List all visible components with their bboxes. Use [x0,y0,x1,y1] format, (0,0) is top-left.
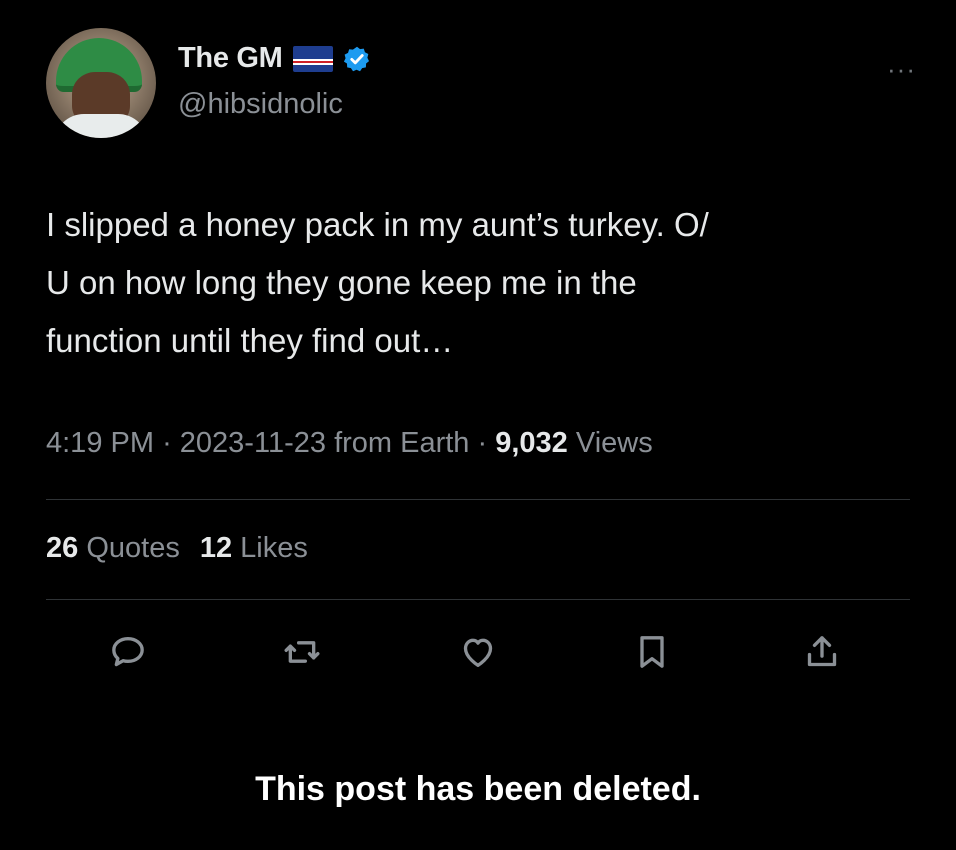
divider [46,599,910,600]
tweet-header: The GM @hibsidnolic ··· [46,28,916,140]
views-count: 9,032 [495,427,568,459]
reply-icon[interactable] [108,632,148,672]
likes-label: Likes [240,532,308,564]
name-row: The GM [178,42,371,75]
cape-verde-flag-icon [292,45,333,72]
share-icon[interactable] [802,632,842,672]
meta-separator: · [162,427,172,459]
tweet-meta: 4:19 PM · 2023-11-23 from Earth · 9,032 … [46,427,653,460]
verified-badge-icon [343,46,369,71]
more-options-icon[interactable]: ··· [887,54,916,85]
divider [46,499,910,500]
display-name[interactable]: The GM [178,42,283,75]
retweet-icon[interactable] [282,632,322,672]
tweet-source: from Earth [334,427,470,459]
quotes-stat[interactable]: 26 Quotes [46,532,180,565]
likes-stat[interactable]: 12 Likes [200,532,308,565]
bookmark-icon[interactable] [632,632,672,672]
quotes-count: 26 [46,532,79,564]
avatar[interactable] [46,28,156,138]
tweet-time[interactable]: 4:19 PM [46,427,154,459]
tweet-stats: 26 Quotes 12 Likes [46,532,308,565]
avatar-shirt [54,114,148,138]
tweet-date[interactable]: 2023-11-23 [180,427,326,459]
views-label: Views [575,427,653,459]
action-bar [108,632,848,672]
like-icon[interactable] [458,632,498,672]
likes-count: 12 [199,532,233,564]
user-handle[interactable]: @hibsidnolic [178,88,343,121]
quotes-label: Quotes [86,532,180,564]
deleted-notice: This post has been deleted. [255,770,701,808]
meta-separator: · [477,427,488,459]
tweet-text: I slipped a honey pack in my aunt’s turk… [46,206,709,359]
